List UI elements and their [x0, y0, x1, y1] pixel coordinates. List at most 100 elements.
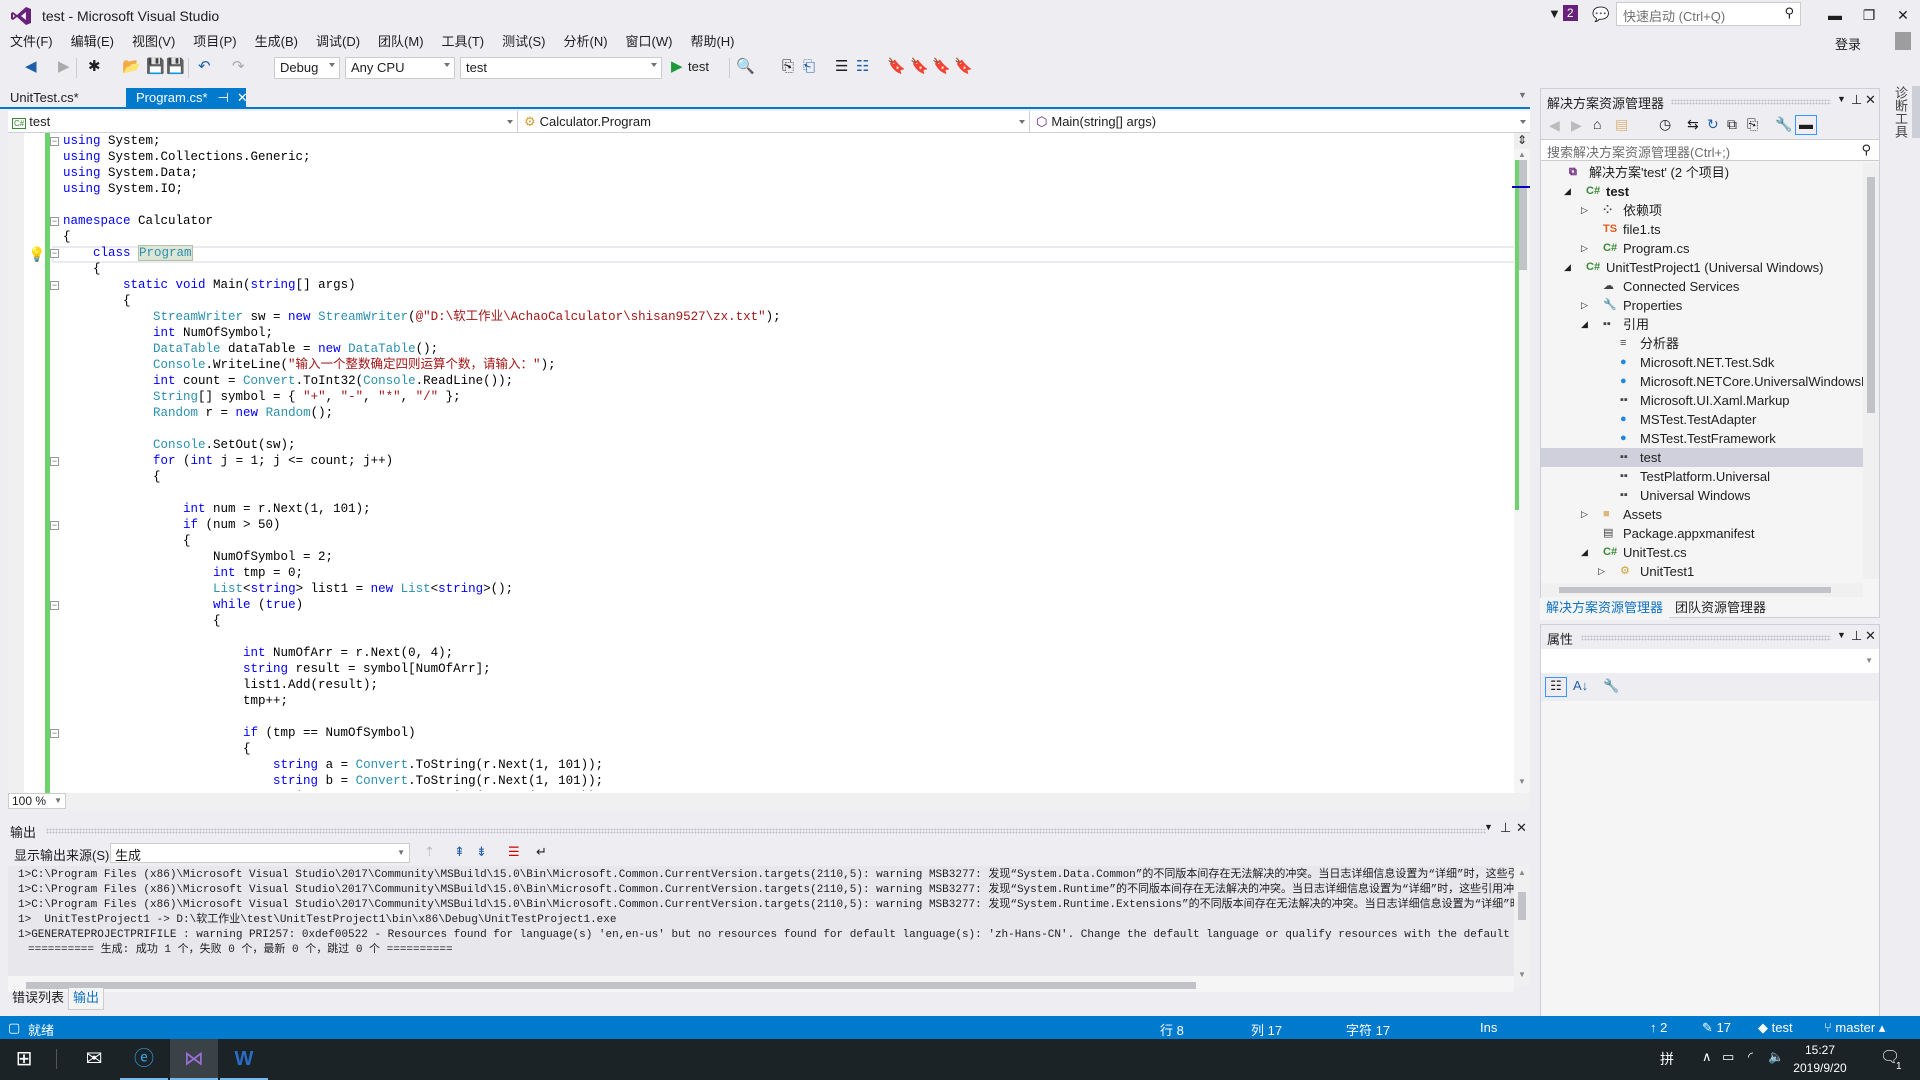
- tab-program-cs[interactable]: Program.cs* ⊣ ✕: [126, 88, 248, 107]
- window-position-icon[interactable]: ▼: [1837, 630, 1846, 640]
- ime-indicator[interactable]: 拼: [1660, 1049, 1674, 1069]
- output-source-select[interactable]: 生成 ▼: [110, 843, 410, 863]
- navigate-forward-icon[interactable]: ▶: [58, 59, 70, 75]
- alphabetical-icon[interactable]: A↓: [1573, 678, 1588, 693]
- collapse-region-icon[interactable]: −: [50, 457, 59, 466]
- taskbar-word[interactable]: W: [220, 1039, 268, 1080]
- code-line[interactable]: for (int j = 1; j <= count; j++): [63, 453, 393, 469]
- properties-object-select[interactable]: ▼: [1541, 649, 1879, 673]
- menu-window[interactable]: 窗口(W): [616, 32, 681, 52]
- battery-icon[interactable]: ▭: [1722, 1049, 1734, 1065]
- startup-project-select[interactable]: test: [460, 57, 662, 79]
- menu-test[interactable]: 测试(S): [492, 32, 553, 52]
- expand-arrow-icon[interactable]: ▷: [1581, 296, 1588, 315]
- property-pages-icon[interactable]: 🔧: [1603, 678, 1619, 694]
- code-line[interactable]: {: [63, 741, 251, 757]
- tree-item[interactable]: ≡ 分析器: [1541, 334, 1863, 353]
- feedback-icon[interactable]: 💬: [1592, 6, 1609, 23]
- undo-icon[interactable]: ↶: [198, 59, 211, 75]
- scroll-down-icon[interactable]: ▼: [1518, 970, 1526, 979]
- code-line[interactable]: tmp++;: [63, 693, 288, 709]
- code-line[interactable]: string result = symbol[NumOfArr];: [63, 661, 491, 677]
- menu-tools[interactable]: 工具(T): [432, 32, 493, 52]
- code-line[interactable]: StreamWriter sw = new StreamWriter(@"D:\…: [63, 309, 781, 325]
- collapse-region-icon[interactable]: −: [50, 249, 59, 258]
- code-line[interactable]: int num = r.Next(1, 101);: [63, 501, 371, 517]
- editor-vertical-scrollbar[interactable]: ▲ ▼: [1512, 133, 1530, 793]
- code-line[interactable]: NumOfSymbol = 2;: [63, 549, 333, 565]
- scroll-up-icon[interactable]: ▲: [1518, 868, 1526, 877]
- pending-changes-filter-icon[interactable]: ◷: [1659, 116, 1671, 133]
- tab-error-list[interactable]: 错误列表: [8, 988, 68, 1010]
- tree-item[interactable]: ● Microsoft.NETCore.UniversalWindowsPlat: [1541, 372, 1863, 391]
- previous-bookmark-icon[interactable]: 🔖: [910, 59, 929, 75]
- switch-views-icon[interactable]: ▤: [1615, 116, 1628, 133]
- code-line[interactable]: Console.SetOut(sw);: [63, 437, 296, 453]
- start-debugging-button[interactable]: test: [688, 59, 709, 75]
- code-line[interactable]: String[] symbol = { "+", "-", "*", "/" }…: [63, 389, 461, 405]
- pin-icon[interactable]: ⊥: [1851, 92, 1862, 108]
- tab-unittest-cs[interactable]: UnitTest.cs*: [0, 88, 89, 107]
- menu-build[interactable]: 生成(B): [245, 32, 306, 52]
- menu-team[interactable]: 团队(M): [368, 32, 432, 52]
- pending-changes[interactable]: ✎ 17: [1702, 1020, 1731, 1036]
- code-line[interactable]: static void Main(string[] args): [63, 277, 356, 293]
- pin-icon[interactable]: ⊣: [218, 90, 229, 105]
- code-line[interactable]: while (true): [63, 597, 303, 613]
- next-message-icon[interactable]: ⇟: [476, 844, 487, 860]
- code-editor[interactable]: 💡 using System; using System.Collections.…: [8, 133, 1530, 793]
- previous-message-icon[interactable]: ⇞: [454, 844, 465, 860]
- tree-item[interactable]: ● Microsoft.NET.Test.Sdk: [1541, 353, 1863, 372]
- expand-arrow-icon[interactable]: ▷: [1581, 201, 1588, 220]
- output-vertical-scrollbar[interactable]: ▲ ▼: [1514, 866, 1530, 986]
- scrollbar-thumb[interactable]: [26, 982, 1196, 989]
- code-line[interactable]: int count = Convert.ToInt32(Console.Read…: [63, 373, 513, 389]
- show-hidden-icons[interactable]: ∧: [1702, 1049, 1712, 1065]
- start-button[interactable]: ⊞: [0, 1039, 48, 1080]
- code-line[interactable]: if (tmp == NumOfSymbol): [63, 725, 416, 741]
- collapse-arrow-icon[interactable]: ◢: [1564, 182, 1571, 201]
- home-icon[interactable]: ⌂: [1593, 116, 1601, 132]
- code-line[interactable]: using System.Collections.Generic;: [63, 149, 311, 165]
- drag-handle[interactable]: [1581, 635, 1831, 641]
- collapse-region-icon[interactable]: −: [50, 137, 59, 146]
- navigate-back-icon[interactable]: ◀: [25, 59, 37, 75]
- scroll-up-icon[interactable]: ▲: [1518, 150, 1526, 159]
- tree-item[interactable]: ▪▪ Microsoft.UI.Xaml.Markup: [1541, 391, 1863, 410]
- output-text[interactable]: 1>C:\Program Files (x86)\Microsoft Visua…: [8, 866, 1514, 976]
- next-bookmark-icon[interactable]: 🔖: [932, 59, 951, 75]
- clear-bookmarks-icon[interactable]: 🔖: [954, 59, 973, 75]
- menu-analyze[interactable]: 分析(N): [553, 32, 615, 52]
- close-panel-icon[interactable]: ✕: [1865, 628, 1876, 644]
- lightbulb-icon[interactable]: 💡: [28, 246, 45, 263]
- step-over-icon[interactable]: ⎗: [803, 59, 815, 75]
- scroll-down-icon[interactable]: ▼: [1518, 777, 1526, 786]
- solution-platform-select[interactable]: Any CPU: [345, 57, 455, 79]
- restore-button[interactable]: ❐: [1856, 4, 1882, 26]
- taskbar-edge[interactable]: ⓔ: [120, 1039, 168, 1080]
- expand-arrow-icon[interactable]: ▷: [1581, 239, 1588, 258]
- menu-edit[interactable]: 编辑(E): [61, 32, 122, 52]
- close-window-button[interactable]: ✕: [1890, 4, 1916, 26]
- code-line[interactable]: int NumOfSymbol;: [63, 325, 273, 341]
- collapse-arrow-icon[interactable]: ◢: [1564, 258, 1571, 277]
- save-all-icon[interactable]: 💾: [166, 59, 185, 75]
- collapse-arrow-icon[interactable]: ◢: [1581, 315, 1588, 334]
- zoom-level-select[interactable]: 100 % ▼: [8, 793, 66, 809]
- quick-launch-input[interactable]: 快速启动 (Ctrl+Q) ⚲: [1616, 2, 1801, 26]
- tree-item[interactable]: TS file1.ts: [1541, 220, 1863, 239]
- menu-project[interactable]: 项目(P): [183, 32, 244, 52]
- word-wrap-icon[interactable]: ↵: [536, 844, 547, 860]
- tab-team-explorer[interactable]: 团队资源管理器: [1669, 598, 1772, 620]
- menu-debug[interactable]: 调试(D): [306, 32, 368, 52]
- collapse-region-icon[interactable]: −: [50, 217, 59, 226]
- tree-item[interactable]: ⧉ 解决方案'test' (2 个项目): [1541, 163, 1863, 182]
- find-message-icon[interactable]: ⇡: [424, 844, 435, 860]
- menu-help[interactable]: 帮助(H): [680, 32, 742, 52]
- collapse-all-icon[interactable]: ⧉: [1727, 116, 1737, 133]
- pin-icon[interactable]: ⊥: [1851, 628, 1862, 644]
- diagnostic-tools-tab[interactable]: 诊断工具: [1893, 86, 1910, 140]
- tree-item[interactable]: ☁ Connected Services: [1541, 277, 1863, 296]
- tree-item[interactable]: ▪▪ Universal Windows: [1541, 486, 1863, 505]
- scrollbar-thumb[interactable]: [1559, 587, 1831, 593]
